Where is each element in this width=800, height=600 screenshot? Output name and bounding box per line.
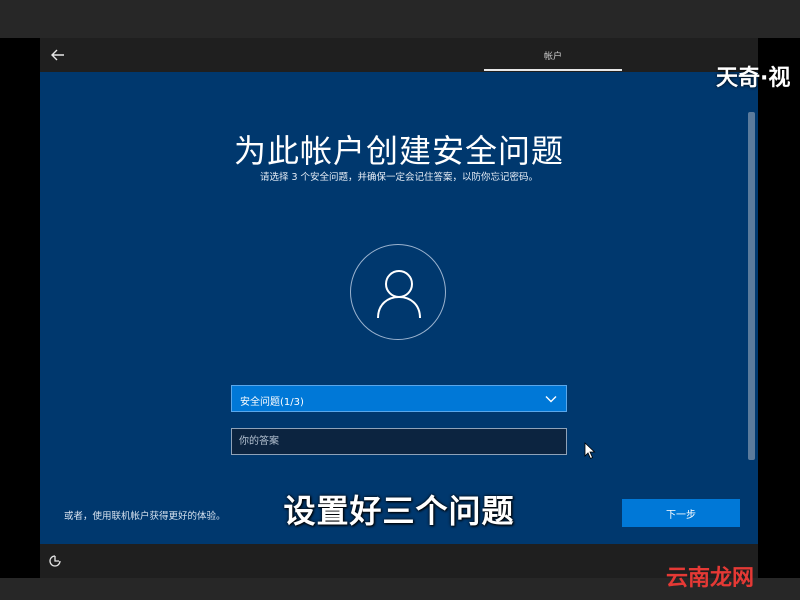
chevron-down-icon [545,396,557,403]
header-bar: 帐户 [40,38,758,72]
tab-account[interactable]: 帐户 [484,38,622,72]
user-icon [377,270,421,319]
page-subtitle: 请选择 3 个安全问题，并确保一定会记住答案，以防你忘记密码。 [259,172,539,183]
scrollbar[interactable] [748,112,755,460]
footer-bar [40,544,758,578]
online-account-link[interactable]: 或者，使用联机帐户获得更好的体验。 [64,508,226,522]
right-letterbox [758,38,800,578]
tab-account-label: 帐户 [543,52,562,62]
mouse-cursor-icon [584,442,596,460]
back-button[interactable] [48,45,68,65]
security-question-label: 安全问题(1/3) [240,397,304,408]
answer-input[interactable] [231,428,567,455]
accessibility-icon[interactable] [48,554,62,568]
back-arrow-icon [51,49,64,61]
avatar [350,244,446,340]
security-question-select[interactable]: 安全问题(1/3) [231,385,567,412]
watermark-bottom: 云南龙网 [666,566,755,591]
next-button[interactable]: 下一步 [622,499,740,527]
tab-underline [484,69,622,71]
left-letterbox [0,38,40,578]
watermark-top: 天奇·视 [716,66,791,91]
top-letterbox [0,0,800,38]
page-title: 为此帐户创建安全问题 [233,132,564,170]
setup-screen: 帐户 为此帐户创建安全问题 请选择 3 个安全问题，并确保一定会记住答案，以防你… [40,38,758,578]
